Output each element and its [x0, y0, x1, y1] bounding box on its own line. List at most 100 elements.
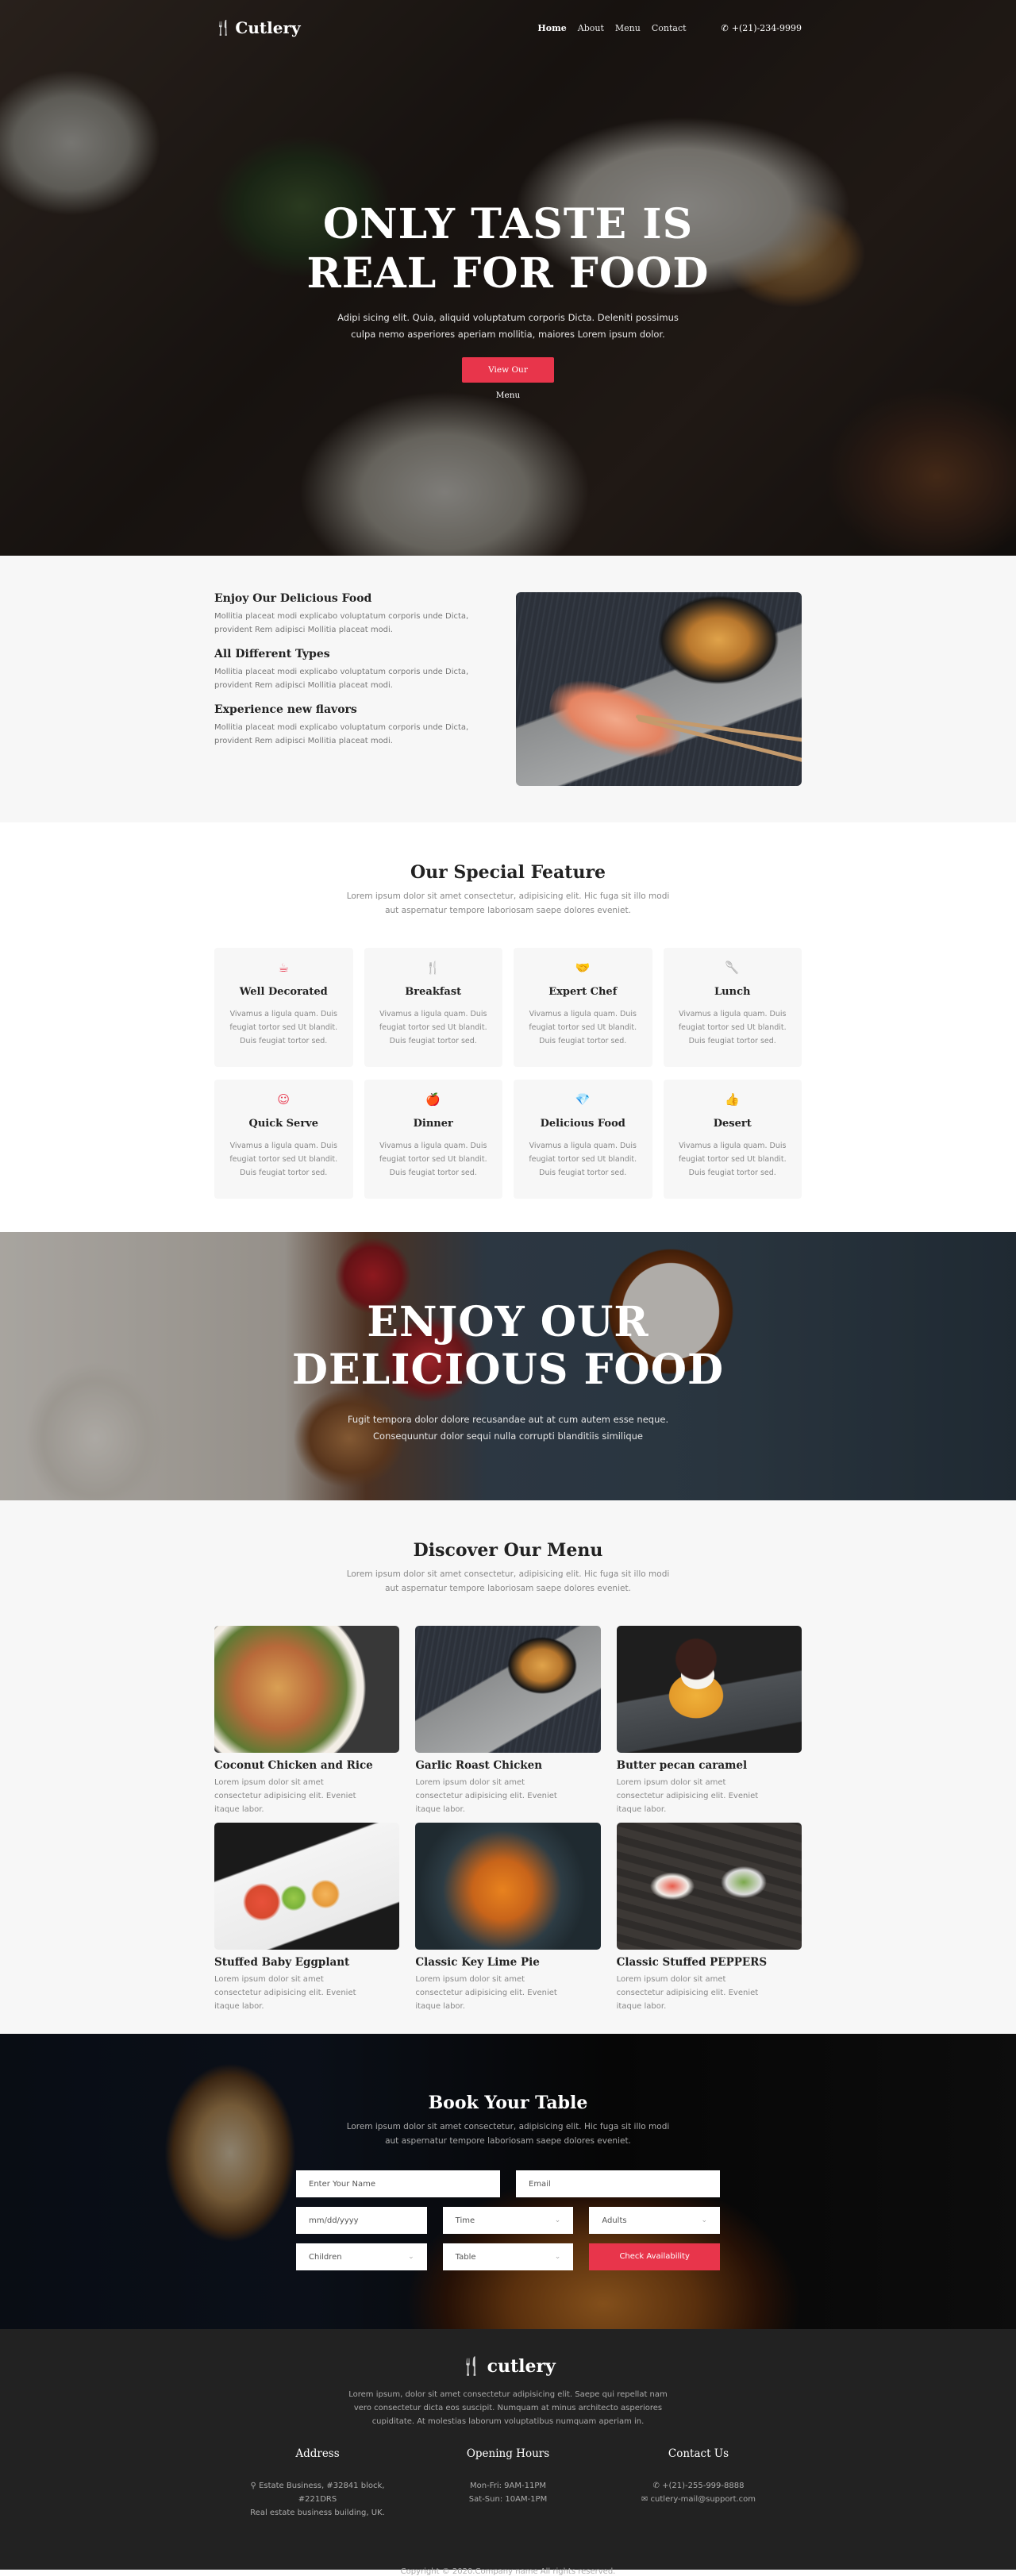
footer-hours-line2: Sat-Sun: 10AM-1PM: [468, 2495, 548, 2504]
banner-subtitle-line2: Consequuntur dolor sequi nulla corrupti …: [373, 1430, 643, 1442]
menu-item-name[interactable]: Classic Key Lime Pie: [415, 1956, 600, 1969]
logo-text: Cutlery: [235, 18, 301, 37]
menu-title: Discover Our Menu: [413, 1540, 603, 1561]
nav-phone[interactable]: ✆ +(21)-234-9999: [722, 23, 802, 33]
banner-subtitle-line1: Fugit tempora dolor dolore recusandae au…: [347, 1414, 669, 1425]
menu-item-name[interactable]: Garlic Roast Chicken: [415, 1759, 600, 1772]
nav-links: Home About Menu Contact ✆ +(21)-234-9999: [537, 23, 802, 33]
children-select[interactable]: Children ⌄: [296, 2243, 427, 2270]
footer-logo-text: cutlery: [487, 2356, 556, 2377]
menu-item-image[interactable]: [415, 1626, 601, 1753]
apple-icon: 🍎: [425, 1092, 441, 1107]
nav-link-menu[interactable]: Menu: [615, 23, 641, 33]
menu-card[interactable]: Classic Stuffed PEPPERS Lorem ipsum dolo…: [616, 1823, 802, 2020]
hero-subtitle: Adipi sicing elit. Quia, aliquid volupta…: [0, 310, 1016, 343]
smiley-icon: ☺: [277, 1092, 291, 1107]
menu-item-image[interactable]: [616, 1626, 802, 1753]
menu-item-text: Lorem ipsum dolor sit amet consectetur a…: [616, 1975, 759, 2011]
phone-icon: ✆: [652, 2482, 660, 2490]
banner-section: ENJOY OUR DELICIOUS FOOD Fugit tempora d…: [0, 1232, 1016, 1500]
menu-card[interactable]: Garlic Roast Chicken Lorem ipsum dolor s…: [415, 1626, 601, 1823]
table-select-value: Table: [455, 2252, 476, 2262]
menu-card[interactable]: Classic Key Lime Pie Lorem ipsum dolor s…: [415, 1823, 601, 2020]
footer-address-line1: ⚲ Estate Business, #32841 block, #221DRS: [230, 2479, 405, 2506]
feature-card: 💎 Delicious Food Vivamus a ligula quam. …: [514, 1080, 652, 1199]
name-input[interactable]: Enter Your Name: [296, 2170, 500, 2197]
menu-item-image[interactable]: [415, 1823, 601, 1950]
menu-card[interactable]: Coconut Chicken and Rice Lorem ipsum dol…: [214, 1626, 400, 1823]
feature-text: Vivamus a ligula quam. Duis feugiat tort…: [379, 1142, 487, 1177]
cutlery-logo-icon: 🍴: [214, 19, 233, 37]
menu-item-name[interactable]: Classic Stuffed PEPPERS: [617, 1956, 802, 1969]
feature-text: Vivamus a ligula quam. Duis feugiat tort…: [229, 1010, 338, 1045]
menu-card[interactable]: Butter pecan caramel Lorem ipsum dolor s…: [616, 1626, 802, 1823]
about-item-text: Mollitia placeat modi explicabo voluptat…: [214, 612, 469, 634]
footer-phone-text: +(21)-255-999-8888: [662, 2482, 745, 2490]
hero-section: 🍴 Cutlery Home About Menu Contact ✆ +(21…: [0, 0, 1016, 556]
menu-item-image[interactable]: [214, 1823, 400, 1950]
email-input[interactable]: Email: [516, 2170, 720, 2197]
chevron-down-icon: ⌄: [554, 2253, 561, 2261]
email-input-placeholder: Email: [529, 2179, 551, 2189]
adults-select-value: Adults: [602, 2216, 627, 2225]
footer-contact: Contact Us ✆ +(21)-255-999-8888 ✉ cutler…: [611, 2447, 786, 2520]
feature-title: Quick Serve: [248, 1118, 319, 1130]
footer-email-text: cutlery-mail@support.com: [650, 2495, 756, 2504]
menu-item-text: Lorem ipsum dolor sit amet consectetur a…: [616, 1778, 759, 1814]
phone-icon: ✆: [721, 22, 729, 33]
features-subtitle: Lorem ipsum dolor sit amet consectetur, …: [346, 891, 670, 915]
date-input-placeholder: mm/dd/yyyy: [309, 2216, 359, 2225]
adults-select[interactable]: Adults ⌄: [589, 2207, 720, 2234]
feature-card: 🥄 Lunch Vivamus a ligula quam. Duis feug…: [663, 948, 802, 1067]
footer-address-line2: Real estate business building, UK.: [250, 2509, 385, 2517]
menu-item-name[interactable]: Coconut Chicken and Rice: [214, 1759, 399, 1772]
hero-title-line2: REAL FOR FOOD: [306, 249, 710, 298]
view-menu-button[interactable]: View Our Menu: [462, 357, 554, 400]
about-item: Experience new flavors Mollitia placeat …: [214, 703, 476, 748]
menu-item-text: Lorem ipsum dolor sit amet consectetur a…: [415, 1778, 557, 1814]
menu-item-name[interactable]: Stuffed Baby Eggplant: [214, 1956, 399, 1969]
table-select[interactable]: Table ⌄: [442, 2243, 574, 2270]
about-list: Enjoy Our Delicious Food Mollitia placea…: [214, 592, 476, 786]
hero-title-line1: ONLY TASTE IS: [322, 200, 694, 248]
date-input[interactable]: mm/dd/yyyy: [296, 2207, 427, 2234]
feature-card: 🍎 Dinner Vivamus a ligula quam. Duis feu…: [364, 1080, 502, 1199]
footer-logo[interactable]: 🍴 cutlery: [0, 2329, 1016, 2377]
menu-item-name[interactable]: Butter pecan caramel: [617, 1759, 802, 1772]
time-select[interactable]: Time ⌄: [442, 2207, 574, 2234]
cutlery-icon: 🍴: [425, 961, 441, 975]
nav-link-home[interactable]: Home: [537, 23, 566, 33]
footer-email[interactable]: ✉ cutlery-mail@support.com: [611, 2493, 786, 2506]
menu-card[interactable]: Stuffed Baby Eggplant Lorem ipsum dolor …: [214, 1823, 400, 2020]
menu-item-image[interactable]: [214, 1626, 400, 1753]
feature-card: ☺ Quick Serve Vivamus a ligula quam. Dui…: [214, 1080, 353, 1199]
map-pin-icon: ⚲: [250, 2482, 256, 2490]
menu-item-image[interactable]: [616, 1823, 802, 1950]
footer-about-text: Lorem ipsum, dolor sit amet consectetur …: [348, 2390, 668, 2426]
about-item-title: Enjoy Our Delicious Food: [214, 592, 372, 605]
check-availability-button[interactable]: Check Availability: [589, 2243, 720, 2270]
diamond-icon: 💎: [575, 1092, 591, 1107]
name-input-placeholder: Enter Your Name: [309, 2179, 376, 2189]
footer-columns: Address ⚲ Estate Business, #32841 block,…: [230, 2447, 786, 2520]
booking-form: Enter Your Name Email mm/dd/yyyy Time ⌄ …: [296, 2170, 720, 2270]
nav-link-contact[interactable]: Contact: [652, 23, 687, 33]
footer-phone[interactable]: ✆ +(21)-255-999-8888: [611, 2479, 786, 2493]
spoon-icon: 🥄: [725, 961, 741, 975]
feature-title: Desert: [713, 1118, 752, 1130]
footer-hours-title: Opening Hours: [466, 2447, 550, 2460]
main-nav: 🍴 Cutlery Home About Menu Contact ✆ +(21…: [0, 0, 1016, 56]
menu-item-text: Lorem ipsum dolor sit amet consectetur a…: [214, 1975, 356, 2011]
hero-content: ONLY TASTE IS REAL FOR FOOD Adipi sicing…: [0, 200, 1016, 401]
feature-text: Vivamus a ligula quam. Duis feugiat tort…: [229, 1142, 338, 1177]
feature-card: 🍴 Breakfast Vivamus a ligula quam. Duis …: [364, 948, 502, 1067]
feature-title: Delicious Food: [540, 1118, 625, 1130]
footer-address: Address ⚲ Estate Business, #32841 block,…: [230, 2447, 405, 2520]
nav-link-about[interactable]: About: [578, 23, 604, 33]
feature-title: Lunch: [714, 986, 751, 998]
features-section: Our Special Feature Lorem ipsum dolor si…: [0, 822, 1016, 1232]
handshake-icon: 🤝: [575, 961, 591, 975]
logo[interactable]: 🍴 Cutlery: [214, 18, 301, 37]
coffee-cup-icon: ☕: [278, 961, 289, 975]
booking-section: Book Your Table Lorem ipsum dolor sit am…: [0, 2034, 1016, 2329]
